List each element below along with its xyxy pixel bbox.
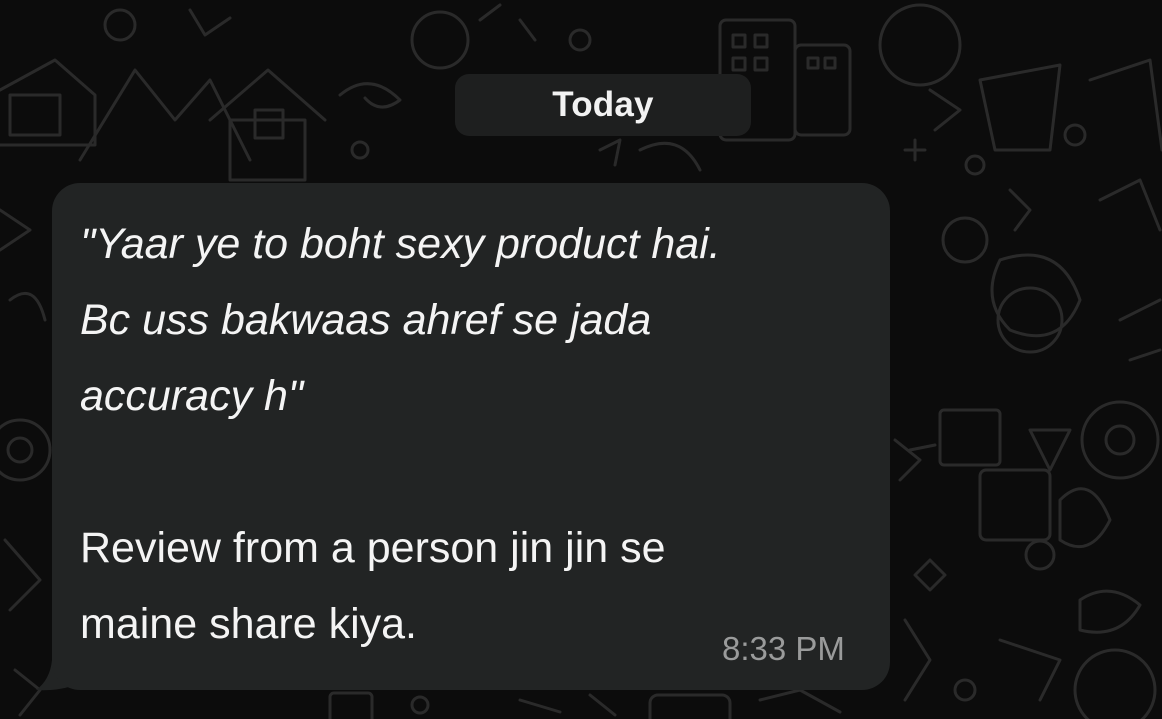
message-quote-line-1: "Yaar ye to boht sexy product hai. <box>80 220 721 268</box>
message-quote-line-3: accuracy h" <box>80 372 304 420</box>
message-text: "Yaar ye to boht sexy product hai. Bc us… <box>80 206 870 662</box>
chat-background: Today "Yaar ye to boht sexy product hai.… <box>0 0 1162 719</box>
message-quote-line-2: Bc uss bakwaas ahref se jada <box>80 296 652 344</box>
date-separator-chip: Today <box>455 74 751 136</box>
message-body-line-1: Review from a person jin jin se <box>80 524 666 572</box>
date-separator-label: Today <box>552 85 654 124</box>
message-timestamp: 8:33 PM <box>722 630 845 667</box>
